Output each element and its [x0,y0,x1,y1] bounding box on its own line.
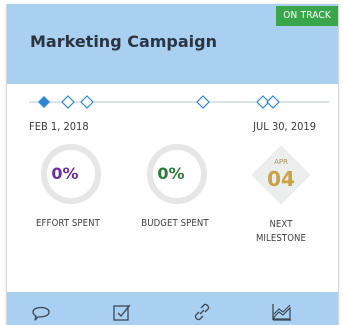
status-badge: ON TRACK [276,6,338,26]
comment-button[interactable] [29,300,53,324]
analytics-button[interactable] [270,300,294,324]
budget-gauge: 0% [141,144,221,204]
end-date: JUL 30, 2019 [253,120,316,133]
budget-label: BUDGET SPENT [141,218,209,229]
start-date: FEB 1, 2018 [29,120,89,133]
timeline-start-marker [38,96,50,108]
card-header: Marketing Campaign ON TRACK [7,4,338,84]
timeline-marker [196,95,210,109]
comment-icon [32,306,50,321]
timeline-end-marker [266,95,280,109]
card-footer [7,292,338,325]
next-milestone: APR 04 [250,144,312,206]
effort-value: 0% [51,164,79,183]
link-icon [194,303,210,321]
budget-value: 0% [157,164,185,183]
milestone-label: NEXT MILESTONE [243,218,319,246]
milestone-day: 04 [267,167,295,191]
card-title: Marketing Campaign [30,32,218,51]
effort-gauge: 0% [35,144,115,204]
milestone-month: APR [274,158,288,166]
checkbox-icon [113,304,131,321]
area-chart-icon [272,304,291,321]
effort-label: EFFORT SPENT [36,218,100,229]
timeline-marker [61,95,75,109]
project-card: Marketing Campaign ON TRACK FEB 1, 2018 … [6,4,339,325]
timeline [29,95,329,109]
link-button[interactable] [190,300,214,324]
timeline-marker [80,95,94,109]
milestone-label-line2: MILESTONE [255,233,307,244]
milestone-label-line1: NEXT [269,219,293,230]
tasks-button[interactable] [110,300,134,324]
